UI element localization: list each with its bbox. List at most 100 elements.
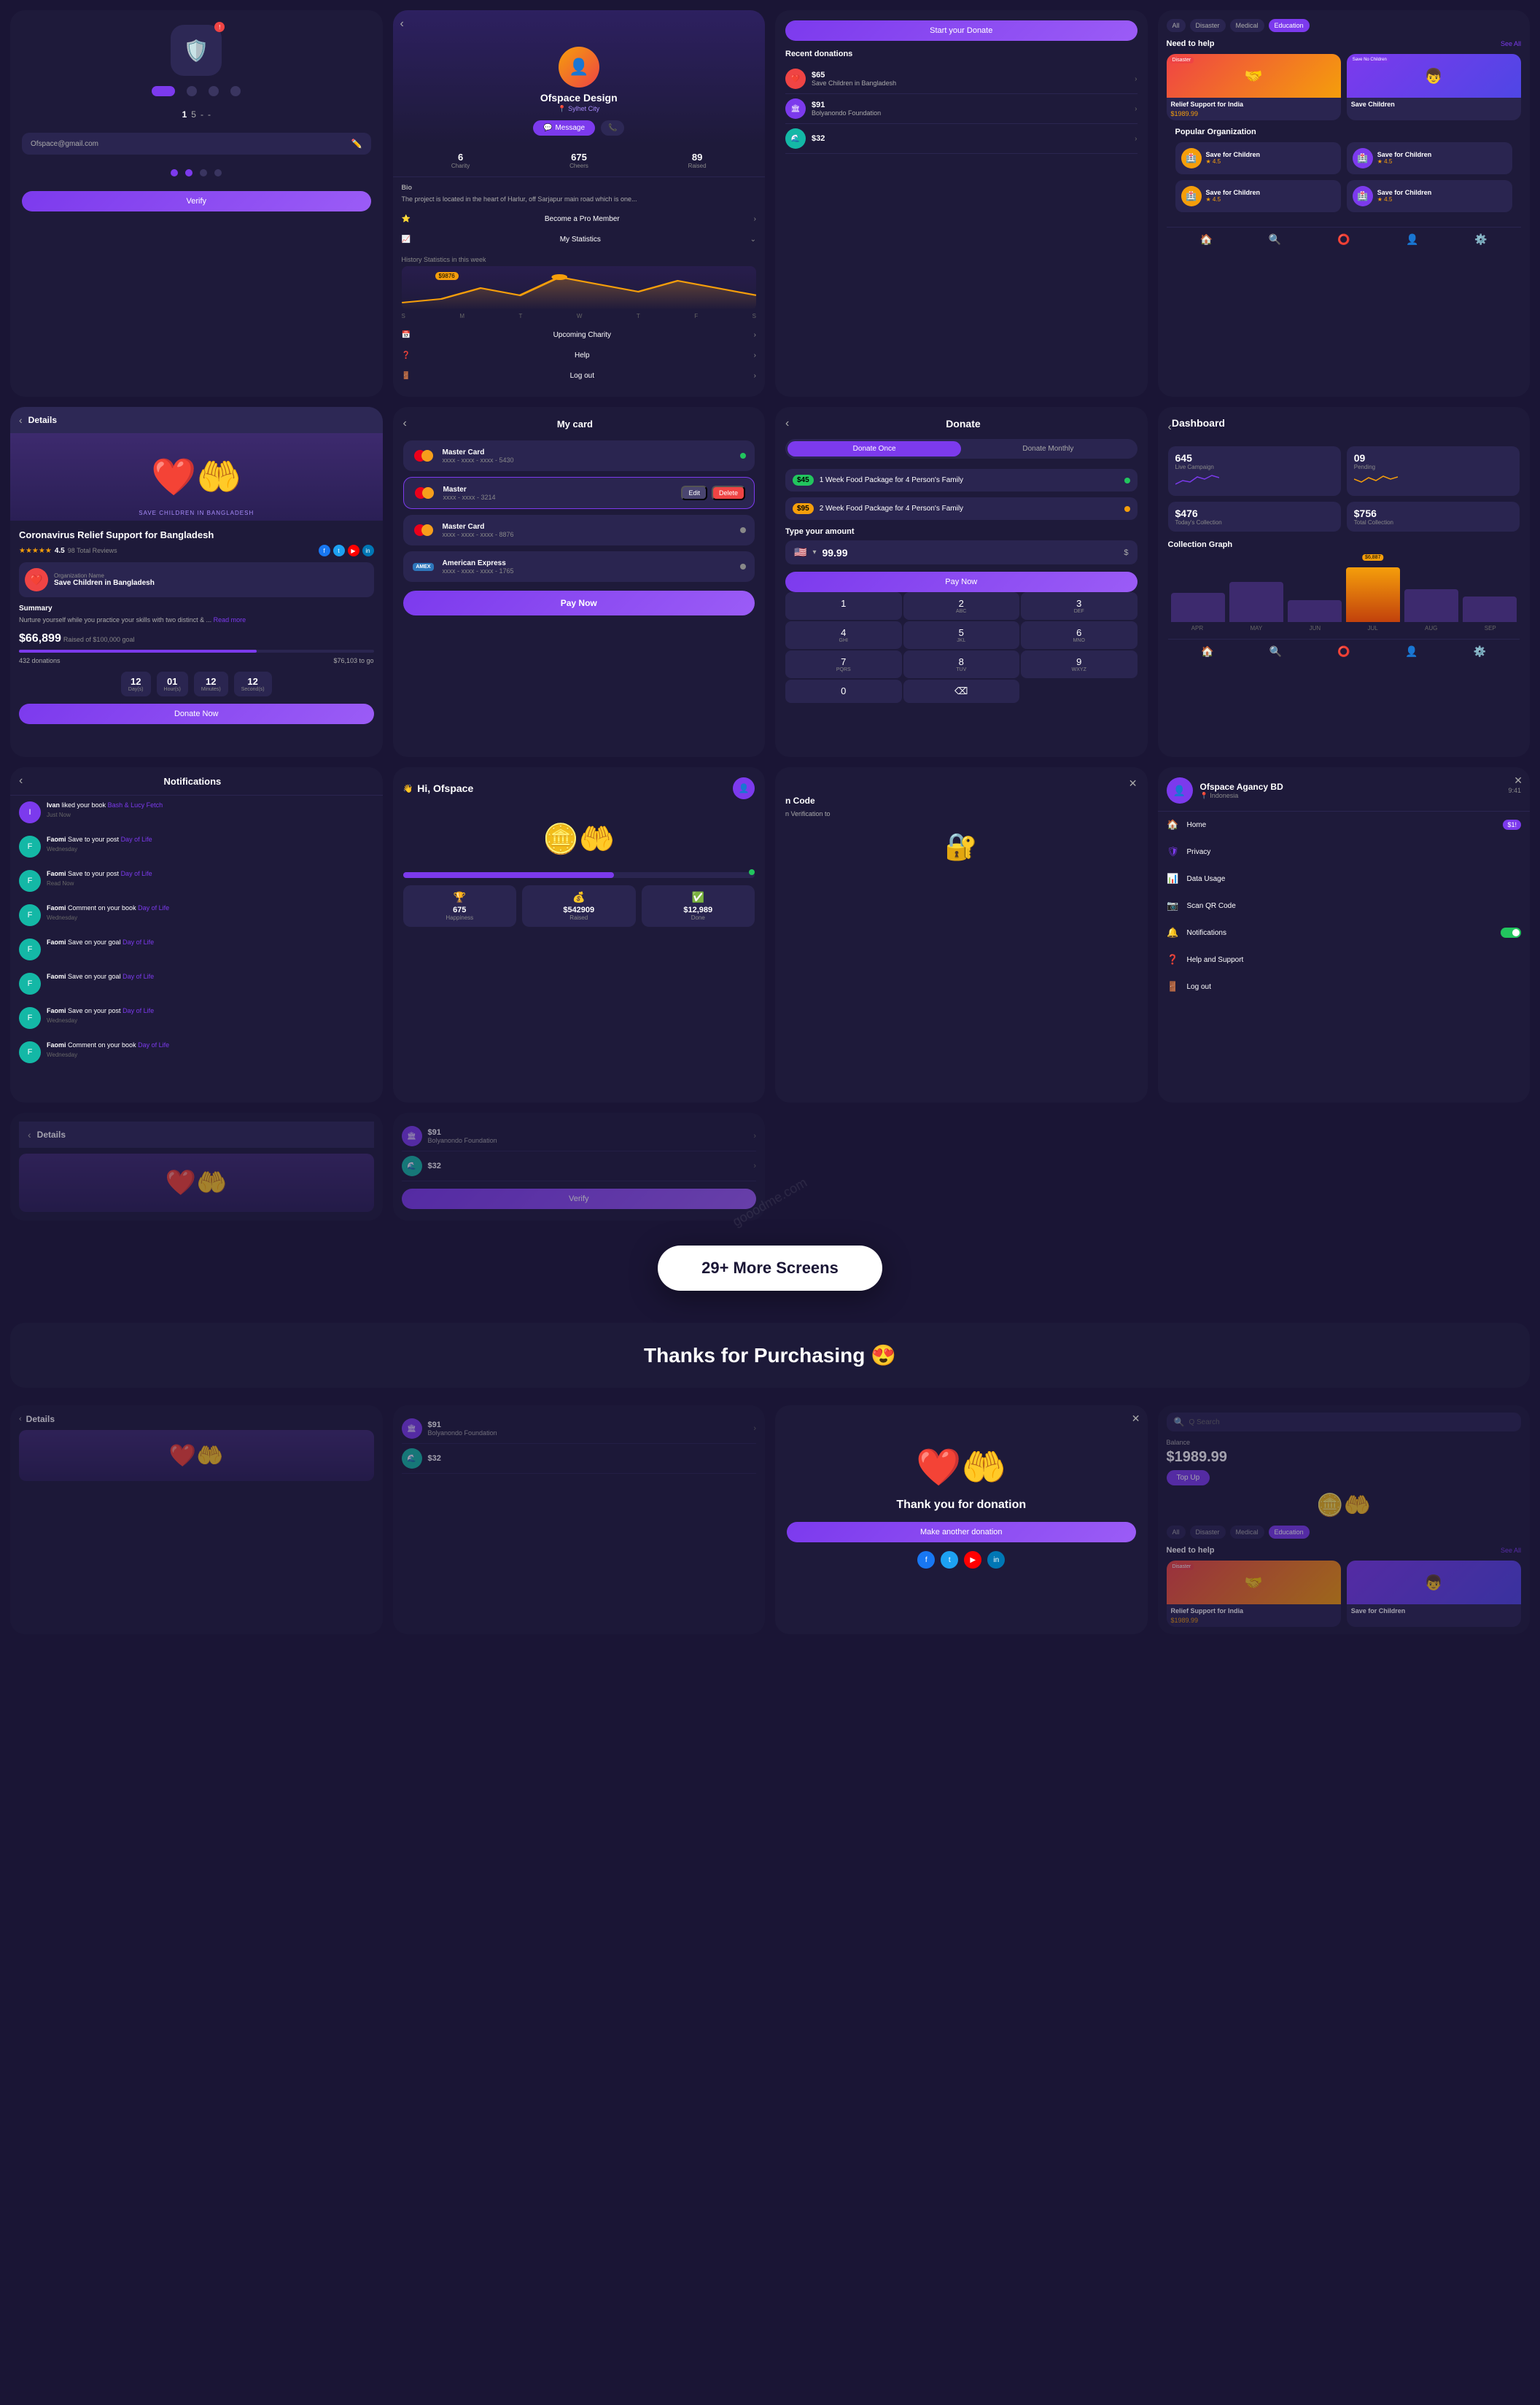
details-repeat-back[interactable]: ‹ bbox=[19, 1415, 22, 1423]
email-input[interactable]: Ofspace@gmail.com ✏️ bbox=[22, 133, 371, 155]
dash-nav-explore[interactable]: 🔍 bbox=[1269, 645, 1282, 658]
verify-bottom-button[interactable]: Verify bbox=[402, 1189, 757, 1209]
verify-button[interactable]: Verify bbox=[22, 191, 371, 211]
li-icon[interactable]: in bbox=[362, 545, 374, 556]
settings-home[interactable]: 🏠 Home $1! bbox=[1158, 812, 1531, 839]
help-card-1[interactable]: 🤝 Disaster Relief Support for India $198… bbox=[1167, 54, 1341, 120]
top-up-button[interactable]: Top Up bbox=[1167, 1470, 1210, 1485]
nav-donate-icon[interactable]: ⭕ bbox=[1337, 233, 1350, 246]
nav-explore-icon[interactable]: 🔍 bbox=[1269, 233, 1281, 246]
notif-text-faomi-2: Faomi Save to your post Day of Life bbox=[47, 870, 374, 879]
nav-settings-icon[interactable]: ⚙️ bbox=[1474, 233, 1487, 246]
fb-icon[interactable]: f bbox=[319, 545, 330, 556]
settings-location: 📍 Indonesia bbox=[1200, 792, 1283, 800]
numpad-3[interactable]: 3DEF bbox=[1021, 592, 1138, 620]
dash-nav-settings[interactable]: ⚙️ bbox=[1474, 645, 1486, 658]
pop-org-3[interactable]: 🏥 Save for Children ★ 4.5 bbox=[1175, 180, 1341, 212]
start-donate-button[interactable]: Start your Donate bbox=[785, 20, 1138, 41]
numpad-backspace[interactable]: ⌫ bbox=[903, 680, 1020, 703]
settings-logout[interactable]: 🚪 Log out bbox=[1158, 974, 1531, 1001]
delete-button[interactable]: Delete bbox=[712, 486, 745, 500]
dash-nav-donate[interactable]: ⭕ bbox=[1337, 645, 1350, 658]
settings-close-icon[interactable]: ✕ bbox=[1514, 774, 1522, 787]
bottom-see-all[interactable]: See All bbox=[1501, 1547, 1521, 1554]
yt-icon[interactable]: ▶ bbox=[348, 545, 359, 556]
pro-member-item[interactable]: ⭐ Become a Pro Member › bbox=[393, 209, 766, 230]
arrow-icon-3: › bbox=[1135, 135, 1137, 143]
tab-all[interactable]: All bbox=[1167, 19, 1186, 32]
numpad-7[interactable]: 7PQRS bbox=[785, 650, 902, 678]
help-item[interactable]: ❓Help› bbox=[393, 346, 766, 366]
bottom-tab-disaster[interactable]: Disaster bbox=[1190, 1526, 1226, 1539]
bottom-tab-all[interactable]: All bbox=[1167, 1526, 1186, 1539]
bottom-help-card-2[interactable]: 👦 Save for Children bbox=[1347, 1561, 1521, 1627]
close-icon[interactable]: ✕ bbox=[1129, 777, 1138, 790]
dropdown-arrow[interactable]: ▾ bbox=[812, 548, 816, 556]
thankyou-li-icon[interactable]: in bbox=[987, 1551, 1005, 1569]
details-repeat-screen: ‹ Details ❤️🤲 bbox=[10, 1405, 383, 1634]
package-1[interactable]: $45 1 Week Food Package for 4 Person's F… bbox=[785, 469, 1138, 492]
pay-now-donate-button[interactable]: Pay Now bbox=[785, 572, 1138, 592]
tab-disaster[interactable]: Disaster bbox=[1190, 19, 1226, 32]
numpad-2[interactable]: 2ABC bbox=[903, 592, 1020, 620]
thankyou-yt-icon[interactable]: ▶ bbox=[964, 1551, 981, 1569]
tab-donate-monthly[interactable]: Donate Monthly bbox=[961, 441, 1135, 456]
dash-nav-home[interactable]: 🏠 bbox=[1201, 645, 1213, 658]
bottom-tab-medical[interactable]: Medical bbox=[1230, 1526, 1264, 1539]
pop-org-4[interactable]: 🏥 Save for Children ★ 4.5 bbox=[1347, 180, 1512, 212]
numpad-9[interactable]: 9WXYZ bbox=[1021, 650, 1138, 678]
details-back-icon[interactable]: ‹ bbox=[19, 414, 23, 426]
search-row[interactable]: 🔍 Q Search bbox=[1167, 1413, 1522, 1431]
tab-medical[interactable]: Medical bbox=[1230, 19, 1264, 32]
numpad-6[interactable]: 6MNO bbox=[1021, 621, 1138, 649]
edit-icon[interactable]: ✏️ bbox=[351, 139, 362, 149]
bottom-tab-education[interactable]: Education bbox=[1269, 1526, 1310, 1539]
call-button[interactable]: 📞 bbox=[601, 120, 624, 136]
tab-donate-once[interactable]: Donate Once bbox=[788, 441, 961, 456]
statistics-item[interactable]: 📈 My Statistics ⌄ bbox=[393, 230, 766, 250]
notifications-toggle[interactable] bbox=[1501, 928, 1521, 938]
numpad-4[interactable]: 4GHI bbox=[785, 621, 902, 649]
tw-icon[interactable]: t bbox=[333, 545, 345, 556]
notif-time-ivan: Just Now bbox=[47, 812, 374, 818]
thankyou-fb-icon[interactable]: f bbox=[917, 1551, 935, 1569]
card-mastercard-5430[interactable]: Master Card xxxx - xxxx - xxxx - 5430 bbox=[403, 440, 755, 471]
thankyou-tw-icon[interactable]: t bbox=[941, 1551, 958, 1569]
pay-now-button[interactable]: Pay Now bbox=[403, 591, 755, 615]
settings-notifications[interactable]: 🔔 Notifications bbox=[1158, 920, 1531, 947]
read-more-link[interactable]: Read more bbox=[214, 616, 246, 623]
details-bottom-back[interactable]: ‹ bbox=[28, 1129, 31, 1141]
nav-home-icon[interactable]: 🏠 bbox=[1200, 233, 1213, 246]
logout-item[interactable]: 🚪Log out› bbox=[393, 366, 766, 386]
numpad-0[interactable]: 0 bbox=[785, 680, 902, 703]
numpad-8[interactable]: 8TUV bbox=[903, 650, 1020, 678]
mycard-back-icon[interactable]: ‹ bbox=[403, 417, 407, 430]
settings-data-usage[interactable]: 📊 Data Usage bbox=[1158, 866, 1531, 893]
pkg-desc-2: 2 Week Food Package for 4 Person's Famil… bbox=[820, 505, 1119, 513]
settings-scan-qr[interactable]: 📷 Scan QR Code bbox=[1158, 893, 1531, 920]
nav-profile-icon[interactable]: 👤 bbox=[1406, 233, 1418, 246]
pop-org-2[interactable]: 🏥 Save for Children ★ 4.5 bbox=[1347, 142, 1512, 174]
settings-privacy[interactable]: 🛡 Privacy bbox=[1158, 839, 1531, 866]
tab-education[interactable]: Education bbox=[1269, 19, 1310, 32]
see-all-link[interactable]: See All bbox=[1501, 40, 1521, 47]
settings-help[interactable]: ❓ Help and Support bbox=[1158, 947, 1531, 974]
donate-now-button[interactable]: Donate Now bbox=[19, 704, 374, 724]
back-icon[interactable]: ‹ bbox=[400, 18, 404, 31]
card-editing[interactable]: Master xxxx - xxxx - 3214 Edit Delete bbox=[403, 477, 755, 509]
edit-button[interactable]: Edit bbox=[681, 486, 707, 500]
dash-nav-profile[interactable]: 👤 bbox=[1405, 645, 1418, 658]
message-button[interactable]: 💬 Message bbox=[533, 120, 595, 136]
package-2[interactable]: $95 2 Week Food Package for 4 Person's F… bbox=[785, 497, 1138, 520]
help-card-2[interactable]: 👦 Save No Children Save Children bbox=[1347, 54, 1521, 120]
card-mastercard-8876[interactable]: Master Card xxxx - xxxx - xxxx - 8876 bbox=[403, 515, 755, 545]
thankyou-close-icon[interactable]: ✕ bbox=[1132, 1413, 1140, 1425]
numpad-1[interactable]: 1 bbox=[785, 592, 902, 620]
numpad-5[interactable]: 5JKL bbox=[903, 621, 1020, 649]
amount-input-row[interactable]: 🇺🇸 ▾ 99.99 $ bbox=[785, 540, 1138, 564]
upcoming-charity-item[interactable]: 📅Upcoming Charity› bbox=[393, 325, 766, 346]
make-another-donation-button[interactable]: Make another donation bbox=[787, 1522, 1136, 1542]
pop-org-1[interactable]: 🏥 Save for Children ★ 4.5 bbox=[1175, 142, 1341, 174]
card-amex[interactable]: AMEX American Express xxxx - xxxx - xxxx… bbox=[403, 551, 755, 582]
bottom-help-card-1[interactable]: 🤝 Disaster Relief Support for India $198… bbox=[1167, 1561, 1341, 1627]
